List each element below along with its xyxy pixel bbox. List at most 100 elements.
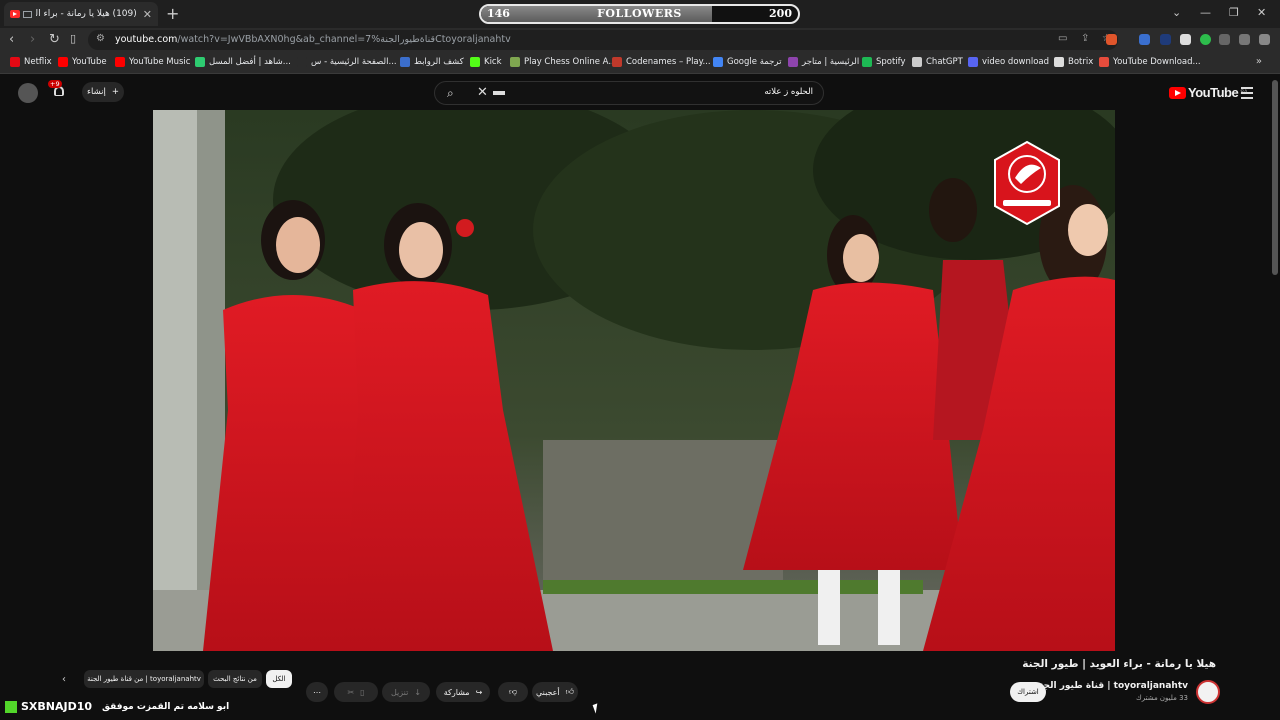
- forward-icon[interactable]: ›: [30, 32, 35, 47]
- youtube-play-icon: [1169, 86, 1186, 99]
- youtube-header: +9 إنشاء + ⌕ ✕ الحلوه ز علاته YouTube SA: [0, 74, 1280, 110]
- chip-all[interactable]: الكل: [266, 670, 292, 688]
- bookmark-item[interactable]: Play Chess Online A...: [510, 57, 616, 67]
- download-button[interactable]: تنزيل ↓: [382, 682, 430, 702]
- save-icon: ▯: [360, 687, 365, 697]
- thumbs-down-icon: 👎︎: [508, 687, 518, 696]
- bookmark-item[interactable]: Botrix: [1054, 57, 1093, 67]
- bookmark-favicon-icon: [297, 57, 307, 67]
- bookmark-item[interactable]: Netflix: [10, 57, 52, 67]
- bookmark-favicon-icon: [713, 57, 723, 67]
- reload-icon[interactable]: ↻: [49, 32, 60, 47]
- search-input[interactable]: الحلوه ز علاته: [764, 87, 813, 97]
- save-clip-buttons[interactable]: ✂ ▯: [334, 682, 378, 702]
- site-info-icon[interactable]: ⚙: [96, 33, 105, 44]
- bookmark-favicon-icon: [115, 57, 125, 67]
- tab-strip: (109) هيلا يا رمانة - براء العويد ✕ + 14…: [0, 0, 1280, 28]
- minimize-icon[interactable]: —: [1200, 6, 1211, 19]
- video-player[interactable]: [153, 110, 1115, 651]
- back-icon[interactable]: ‹: [9, 32, 14, 47]
- youtube-logo[interactable]: YouTube SA: [1169, 85, 1248, 100]
- followers-label: FOLLOWERS: [597, 7, 682, 20]
- share-label: مشاركة: [443, 687, 470, 697]
- alert-message: ابو سلامه تم القمزت موفقق: [102, 701, 230, 712]
- alert-username: SXBNAJD10: [21, 700, 93, 713]
- create-button[interactable]: إنشاء +: [82, 82, 124, 102]
- bookmark-favicon-icon: [195, 57, 205, 67]
- thumbs-up-icon: 👍︎: [565, 687, 575, 696]
- extension-counter-icon[interactable]: [1139, 34, 1150, 45]
- more-bookmarks-icon[interactable]: »: [1256, 56, 1262, 67]
- bookmark-item[interactable]: شاهد | أفضل المسل...: [195, 57, 291, 67]
- download-icon: ↓: [414, 687, 422, 697]
- bookmark-favicon-icon: [788, 57, 798, 67]
- browser-menu-icon[interactable]: [1259, 34, 1270, 45]
- clear-search-icon[interactable]: ✕: [477, 85, 488, 100]
- bookmark-favicon-icon: [10, 57, 20, 67]
- brave-shield-icon[interactable]: [1106, 34, 1117, 45]
- subscribe-button[interactable]: اشتراك: [1010, 682, 1046, 702]
- share-button[interactable]: مشاركة ↪: [436, 682, 490, 702]
- extension-green-icon[interactable]: [1200, 34, 1211, 45]
- create-label: إنشاء: [86, 87, 106, 97]
- bookmark-item[interactable]: Codenames – Play...: [612, 57, 711, 67]
- notifications-bell-icon[interactable]: +9: [48, 80, 66, 98]
- extension-moon-icon[interactable]: [1160, 34, 1171, 45]
- share-page-icon[interactable]: ⇪: [1081, 33, 1089, 44]
- search-box[interactable]: ⌕ ✕ الحلوه ز علاته: [434, 81, 824, 105]
- dislike-button[interactable]: 👎︎: [498, 682, 528, 702]
- chip-search-results[interactable]: من نتائج البحث: [208, 670, 262, 688]
- more-actions-button[interactable]: ⋯: [306, 682, 328, 702]
- like-button[interactable]: أعجبني 👍︎: [532, 682, 578, 702]
- bookmark-item[interactable]: Spotify: [862, 57, 906, 67]
- bookmark-label: الصفحة الرئيسية - س...: [311, 57, 397, 67]
- channel-name[interactable]: toyoraljanahtv | قناة طيور الجنة: [1035, 681, 1189, 691]
- channel-row: toyoraljanahtv | قناة طيور الجنة 33 مليو…: [1010, 678, 1220, 706]
- url-text[interactable]: youtube.com/watch?v=JwVBbAXN0hg&ab_chann…: [115, 34, 511, 45]
- tab-search-icon[interactable]: ⌄: [1172, 6, 1181, 19]
- bookmark-favicon-icon: [58, 57, 68, 67]
- bookmark-item[interactable]: كشف الروابط: [400, 57, 464, 67]
- extensions-puzzle-icon[interactable]: [1219, 34, 1230, 45]
- extension-box-icon[interactable]: [1180, 34, 1191, 45]
- kick-icon: [5, 700, 17, 713]
- bookmark-item[interactable]: video download: [968, 57, 1049, 67]
- page-scrollbar[interactable]: [1272, 80, 1278, 275]
- bookmark-favicon-icon: [1099, 57, 1109, 67]
- bookmark-icon[interactable]: ▯: [70, 32, 76, 45]
- bookmark-label: Kick: [484, 57, 502, 67]
- cast-icon[interactable]: ▭: [1058, 33, 1067, 44]
- like-label: أعجبني: [535, 687, 560, 697]
- chip-channel[interactable]: من قناة طيور الجنة | toyoraljanahtv: [84, 670, 204, 688]
- bookmark-item[interactable]: YouTube: [58, 57, 107, 67]
- hamburger-menu-icon[interactable]: [1241, 87, 1253, 102]
- bookmark-label: video download: [982, 57, 1050, 67]
- bookmark-item[interactable]: ChatGPT: [912, 57, 963, 67]
- followers-goal-overlay: 146 FOLLOWERS 200: [479, 4, 800, 24]
- bookmark-favicon-icon: [912, 57, 922, 67]
- close-icon[interactable]: ✕: [143, 8, 152, 21]
- search-icon[interactable]: ⌕: [447, 86, 454, 101]
- share-icon: ↪: [475, 687, 483, 697]
- bookmark-item[interactable]: الرئيسية | متاجر: [788, 57, 859, 67]
- bookmark-item[interactable]: YouTube Music: [115, 57, 190, 67]
- notification-badge: +9: [48, 80, 62, 88]
- bookmark-item[interactable]: الصفحة الرئيسية - س...: [297, 57, 397, 67]
- chip-prev-icon[interactable]: ‹: [62, 674, 66, 685]
- active-tab[interactable]: (109) هيلا يا رمانة - براء العويد ✕: [4, 2, 158, 26]
- bookmark-item[interactable]: YouTube Download...: [1099, 57, 1201, 67]
- keyboard-icon[interactable]: [493, 91, 505, 95]
- video-title: هيلا يا رمانة - براء العويد | طيور الجنة: [1022, 658, 1216, 670]
- bookmark-label: شاهد | أفضل المسل...: [209, 57, 291, 67]
- new-tab-icon[interactable]: +: [166, 4, 179, 23]
- media-control-icon[interactable]: [1239, 34, 1250, 45]
- screen: (109) هيلا يا رمانة - براء العويد ✕ + 14…: [0, 0, 1280, 720]
- restore-icon[interactable]: ❐: [1229, 6, 1239, 19]
- bookmark-label: كشف الروابط: [414, 57, 464, 67]
- channel-avatar[interactable]: [1196, 680, 1220, 704]
- bookmark-item[interactable]: Google ترجمة: [713, 57, 781, 67]
- close-window-icon[interactable]: ✕: [1257, 6, 1266, 19]
- address-bar[interactable]: ⚙ youtube.com/watch?v=JwVBbAXN0hg&ab_cha…: [88, 30, 1118, 50]
- account-avatar[interactable]: [18, 83, 38, 103]
- bookmark-item[interactable]: Kick: [470, 57, 502, 67]
